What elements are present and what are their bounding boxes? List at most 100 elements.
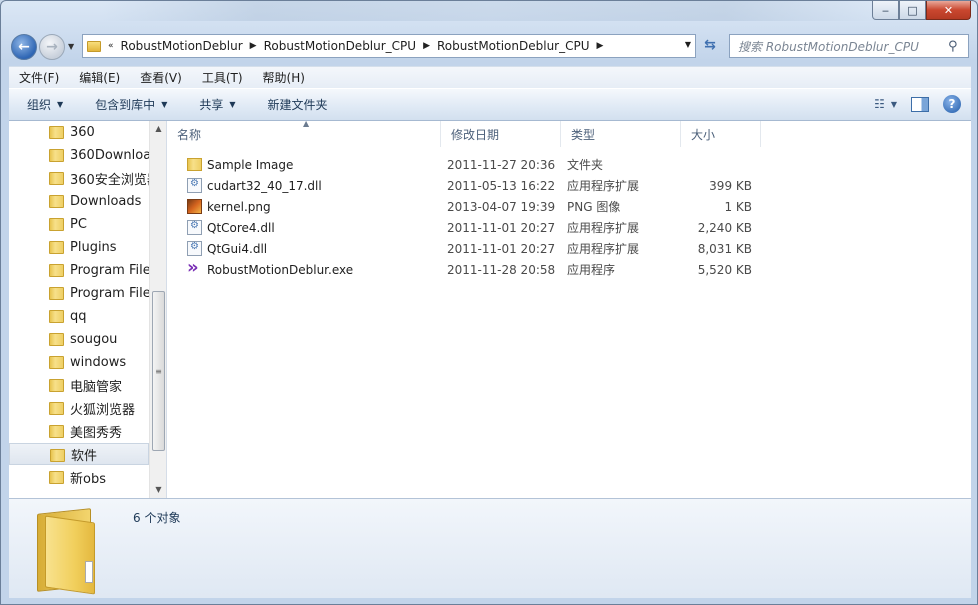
navigation-scrollbar[interactable]: ▲ ≡ ▼ <box>149 121 166 498</box>
tree-item[interactable]: 360 <box>9 121 149 143</box>
file-list: 名称 ▲ 修改日期 类型 大小 Sample Image 2011-11-27 2… <box>167 119 971 498</box>
file-row[interactable]: Sample Image 2011-11-27 20:36 文件夹 <box>167 154 767 175</box>
breadcrumb-arrow-icon[interactable]: ▶ <box>423 41 430 51</box>
preview-pane-icon[interactable] <box>911 96 929 112</box>
breadcrumb-arrow-icon[interactable]: ▶ <box>250 41 257 51</box>
tree-item[interactable]: 火狐浏览器 <box>9 397 149 419</box>
tree-item-label: 软件 <box>71 448 98 464</box>
file-name: kernel.png <box>207 199 271 214</box>
tree-item-label: Downloads <box>70 193 142 209</box>
scrollbar-thumb[interactable]: ≡ <box>152 291 165 451</box>
include-label: 包含到库中 <box>95 98 156 112</box>
close-button[interactable]: ✕ <box>926 1 971 20</box>
folder-icon <box>49 402 64 415</box>
file-name: Sample Image <box>207 157 294 172</box>
tree-item-label: 新obs <box>70 471 106 487</box>
forward-button[interactable]: → <box>39 34 65 60</box>
menu-view[interactable]: 查看(V) <box>130 69 192 86</box>
file-row[interactable]: cudart32_40_17.dll 2011-05-13 16:22 应用程序扩展… <box>167 175 767 196</box>
folder-icon <box>49 241 64 254</box>
breadcrumb-item[interactable]: RobustMotionDeblur_CPU <box>264 39 417 53</box>
file-date: 2011-11-27 20:36 <box>447 157 556 172</box>
column-name[interactable]: 名称 ▲ <box>167 119 441 147</box>
tree-item[interactable]: Downloads <box>9 190 149 212</box>
tree-item[interactable]: Program Files <box>9 259 149 281</box>
organize-button[interactable]: 组织 ▼ <box>9 96 77 113</box>
tree-item-label: qq <box>70 308 87 324</box>
column-date[interactable]: 修改日期 <box>441 121 561 147</box>
file-type: 应用程序扩展 <box>567 242 640 256</box>
tree-item-label: PC <box>70 216 87 232</box>
maximize-button[interactable]: □ <box>899 1 926 20</box>
folder-icon <box>49 149 64 162</box>
menu-bar: 文件(F) 编辑(E) 查看(V) 工具(T) 帮助(H) <box>9 66 971 88</box>
tree-item[interactable]: PC <box>9 213 149 235</box>
breadcrumb-arrow-icon[interactable]: ▶ <box>597 41 604 51</box>
tree-item-label: windows <box>70 354 127 370</box>
file-name: QtGui4.dll <box>207 241 268 256</box>
column-name-label: 名称 <box>177 127 202 142</box>
tree-item[interactable]: qq <box>9 305 149 327</box>
tree-item[interactable]: sougou <box>9 328 149 350</box>
file-row[interactable]: QtCore4.dll 2011-11-01 20:27 应用程序扩展 2,240 K… <box>167 217 767 238</box>
tree-item-label: Program Files <box>70 285 149 301</box>
dll-icon <box>187 178 202 193</box>
menu-tools[interactable]: 工具(T) <box>192 69 253 86</box>
search-box[interactable]: 搜索 RobustMotionDeblur_CPU ⚲ <box>729 34 969 58</box>
scroll-up-icon[interactable]: ▲ <box>150 121 166 137</box>
tree-item[interactable]: 软件 <box>9 443 149 465</box>
column-type[interactable]: 类型 <box>561 121 681 147</box>
address-dropdown-icon[interactable]: ▼ <box>685 40 691 49</box>
navigation-row: ← → ▼ « RobustMotionDeblur ▶ RobustMotio… <box>9 33 971 61</box>
file-date: 2011-11-01 20:27 <box>447 220 556 235</box>
folder-icon <box>50 449 65 462</box>
tree-item[interactable]: 电脑管家 <box>9 374 149 396</box>
breadcrumb-item[interactable]: RobustMotionDeblur_CPU <box>437 39 590 53</box>
new-folder-label: 新建文件夹 <box>267 98 328 112</box>
breadcrumb-overflow[interactable]: « <box>108 41 114 51</box>
file-date: 2013-04-07 19:39 <box>447 199 556 214</box>
search-icon[interactable]: ⚲ <box>948 39 968 54</box>
tree-item[interactable]: windows <box>9 351 149 373</box>
search-input[interactable]: 搜索 RobustMotionDeblur_CPU <box>738 38 948 55</box>
tree-item[interactable]: 360Download <box>9 144 149 166</box>
folder-icon <box>49 310 64 323</box>
tree-item[interactable]: 新obs <box>9 466 149 488</box>
tree-item[interactable]: 美图秀秀 <box>9 420 149 442</box>
file-row[interactable]: RobustMotionDeblur.exe 2011-11-28 20:58 应用… <box>167 257 767 280</box>
tree-item[interactable]: 360安全浏览器 <box>9 167 149 189</box>
file-size: 8,031 KB <box>697 241 752 256</box>
sort-ascending-icon: ▲ <box>303 119 310 128</box>
chevron-down-icon: ▼ <box>57 100 64 109</box>
new-folder-button[interactable]: 新建文件夹 <box>250 96 342 113</box>
tree-item-label: 美图秀秀 <box>70 425 123 441</box>
menu-help[interactable]: 帮助(H) <box>253 69 315 86</box>
refresh-icon[interactable]: ⇆ <box>699 37 721 57</box>
tree-item[interactable]: Program Files <box>9 282 149 304</box>
folder-icon <box>87 40 101 52</box>
column-size[interactable]: 大小 <box>681 121 761 147</box>
help-icon[interactable]: ? <box>943 95 961 113</box>
folder-icon <box>49 379 64 392</box>
tree-item[interactable]: Plugins <box>9 236 149 258</box>
file-type: 应用程序 <box>567 263 616 277</box>
change-view-button[interactable]: ☷ ▼ <box>874 97 897 111</box>
back-button[interactable]: ← <box>11 34 37 60</box>
view-controls: ☷ ▼ ? <box>874 95 961 113</box>
folder-icon <box>49 126 64 139</box>
share-button[interactable]: 共享 ▼ <box>181 96 249 113</box>
menu-edit[interactable]: 编辑(E) <box>69 69 130 86</box>
exe-icon <box>187 257 202 278</box>
file-row[interactable]: kernel.png 2013-04-07 19:39 PNG 图像 1 KB <box>167 196 767 217</box>
file-row[interactable]: QtGui4.dll 2011-11-01 20:27 应用程序扩展 8,031 KB <box>167 238 767 259</box>
file-date: 2011-11-28 20:58 <box>447 262 556 277</box>
recent-pages-dropdown[interactable]: ▼ <box>68 42 74 51</box>
menu-file[interactable]: 文件(F) <box>9 69 69 86</box>
scroll-down-icon[interactable]: ▼ <box>150 482 166 498</box>
address-bar[interactable]: « RobustMotionDeblur ▶ RobustMotionDeblu… <box>82 34 696 58</box>
breadcrumb-item[interactable]: RobustMotionDeblur <box>121 39 243 53</box>
minimize-button[interactable]: ‒ <box>872 1 899 20</box>
include-in-library-button[interactable]: 包含到库中 ▼ <box>77 96 181 113</box>
tree-item-label: 360 <box>70 124 95 140</box>
caption-buttons: ‒ □ ✕ <box>872 1 971 20</box>
